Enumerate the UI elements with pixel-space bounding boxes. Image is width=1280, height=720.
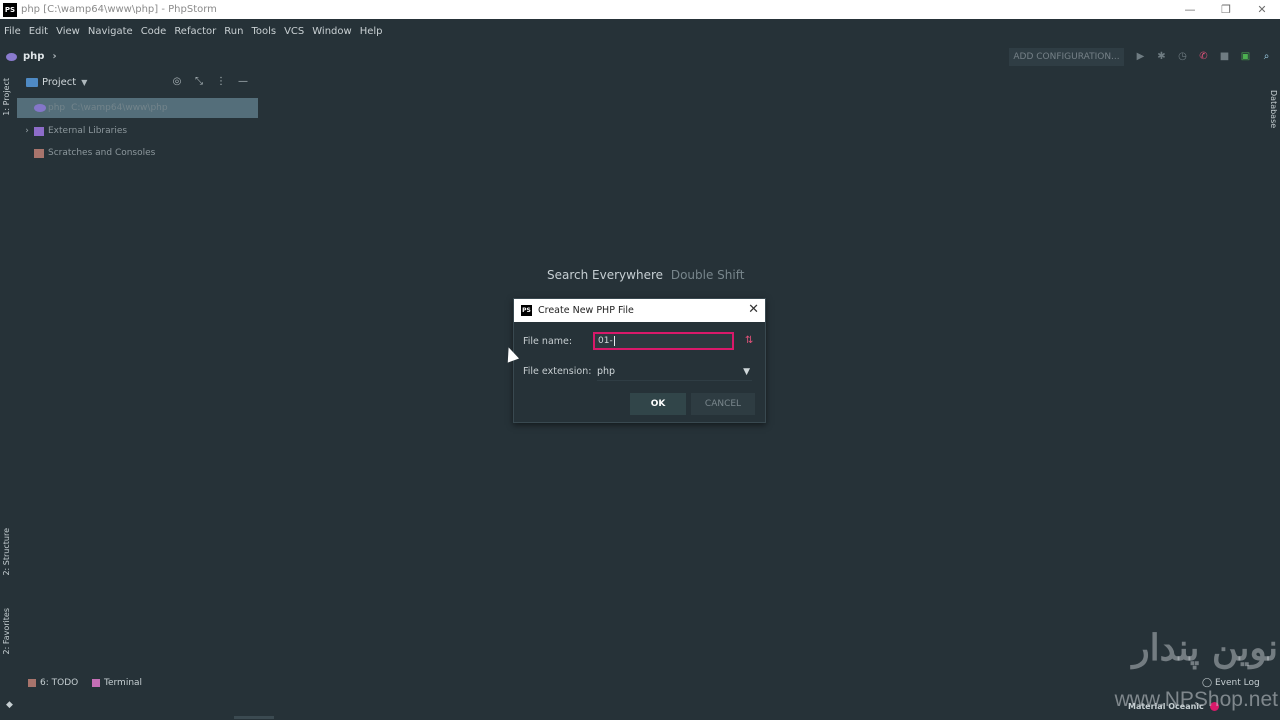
window-controls: — ❐ ✕ bbox=[1172, 0, 1280, 19]
hide-panel-icon[interactable]: — bbox=[232, 75, 254, 89]
window-title-bar: PS php [C:\wamp64\www\php] - PhpStorm — … bbox=[0, 0, 1280, 19]
folder-icon bbox=[26, 77, 38, 87]
menu-navigate[interactable]: Navigate bbox=[84, 23, 137, 41]
tab-project[interactable]: 1: Project bbox=[2, 78, 11, 116]
debug-icon[interactable]: ✱ bbox=[1151, 50, 1172, 64]
watermark-logo: نوین پندار bbox=[1132, 627, 1278, 669]
add-configuration-button[interactable]: ADD CONFIGURATION... bbox=[1009, 48, 1124, 66]
create-php-file-dialog: PS Create New PHP File ✕ File name: 01- … bbox=[513, 298, 766, 423]
menu-window[interactable]: Window bbox=[308, 23, 355, 41]
php-module-icon bbox=[34, 104, 46, 112]
chevron-right-icon: › bbox=[52, 51, 57, 62]
watermark-url: www.NPShop.net bbox=[1114, 688, 1278, 711]
menu-file[interactable]: File bbox=[0, 23, 25, 41]
tree-item-label: Scratches and Consoles bbox=[48, 148, 156, 158]
library-icon bbox=[34, 126, 44, 136]
file-name-input[interactable]: 01- bbox=[593, 332, 734, 350]
tree-item-label: php bbox=[48, 103, 66, 113]
project-panel-header: Project ▼ ◎ ⤡ ⋮ — bbox=[20, 72, 258, 92]
menu-code[interactable]: Code bbox=[137, 23, 171, 41]
project-view-selector[interactable]: Project bbox=[42, 77, 76, 88]
menu-run[interactable]: Run bbox=[220, 23, 247, 41]
tab-terminal[interactable]: Terminal bbox=[92, 678, 142, 688]
terminal-icon bbox=[92, 679, 100, 687]
breadcrumb-project: php bbox=[23, 51, 45, 62]
text-caret bbox=[613, 335, 615, 346]
search-hint-shortcut: Double Shift bbox=[670, 268, 745, 282]
dialog-title: Create New PHP File bbox=[538, 305, 634, 316]
phpstorm-logo-icon: PS bbox=[521, 305, 532, 316]
terminal-icon[interactable]: ▣ bbox=[1235, 50, 1256, 64]
panel-actions: ◎ ⤡ ⋮ — bbox=[166, 75, 254, 89]
file-extension-label: File extension: bbox=[523, 366, 592, 377]
minimize-button[interactable]: — bbox=[1172, 0, 1208, 19]
sort-icon[interactable]: ⇅ bbox=[745, 335, 753, 346]
menu-vcs[interactable]: VCS bbox=[280, 23, 308, 41]
dialog-title-bar: PS Create New PHP File ✕ bbox=[514, 299, 765, 322]
watermark: نوین پندار www.NPShop.net bbox=[1078, 628, 1278, 712]
tab-structure[interactable]: 2: Structure bbox=[2, 528, 11, 576]
search-everywhere-hint: Search Everywhere Double Shift bbox=[547, 268, 744, 282]
menu-view[interactable]: View bbox=[52, 23, 84, 41]
dropdown-arrow-icon: ▼ bbox=[743, 367, 750, 377]
menu-tools[interactable]: Tools bbox=[247, 23, 280, 41]
layers-icon[interactable]: ◆ bbox=[6, 700, 16, 710]
tab-todo[interactable]: 6: TODO bbox=[28, 678, 78, 688]
file-extension-value: php bbox=[597, 366, 616, 377]
run-toolbar: ▶ ✱ ◷ ✆ ■ ▣ ⌕ bbox=[1130, 50, 1277, 64]
phpstorm-logo-icon: PS bbox=[3, 2, 17, 17]
more-options-icon[interactable]: ⋮ bbox=[210, 75, 232, 89]
search-icon[interactable]: ⌕ bbox=[1256, 50, 1277, 64]
tree-item-external-libraries[interactable]: › External Libraries bbox=[17, 121, 258, 141]
tree-item-label: External Libraries bbox=[48, 126, 128, 136]
menu-bar: File Edit View Navigate Code Refactor Ru… bbox=[0, 23, 387, 41]
cancel-button[interactable]: CANCEL bbox=[691, 393, 755, 415]
chevron-right-icon[interactable]: › bbox=[22, 121, 32, 141]
todo-icon bbox=[28, 679, 36, 687]
tree-item-scratches[interactable]: Scratches and Consoles bbox=[17, 143, 258, 163]
collapse-all-icon[interactable]: ⤡ bbox=[188, 75, 210, 89]
coverage-icon[interactable]: ◷ bbox=[1172, 50, 1193, 64]
search-hint-label: Search Everywhere bbox=[547, 268, 663, 282]
locate-icon[interactable]: ◎ bbox=[166, 75, 188, 89]
stop-icon[interactable]: ■ bbox=[1214, 50, 1235, 64]
close-icon[interactable]: ✕ bbox=[748, 302, 759, 318]
horizontal-scrollbar[interactable] bbox=[234, 716, 274, 719]
menu-help[interactable]: Help bbox=[356, 23, 387, 41]
right-tool-strip: Database bbox=[1264, 70, 1280, 690]
file-extension-select[interactable]: php ▼ bbox=[597, 363, 752, 381]
chevron-down-icon[interactable]: ▼ bbox=[81, 78, 87, 87]
phone-listen-icon[interactable]: ✆ bbox=[1193, 50, 1214, 64]
file-name-value: 01- bbox=[598, 336, 613, 346]
tab-favorites[interactable]: 2: Favorites bbox=[2, 608, 11, 654]
ok-button[interactable]: OK bbox=[630, 393, 686, 415]
close-window-button[interactable]: ✕ bbox=[1244, 0, 1280, 19]
window-title: php [C:\wamp64\www\php] - PhpStorm bbox=[21, 4, 217, 15]
menu-edit[interactable]: Edit bbox=[25, 23, 52, 41]
run-icon[interactable]: ▶ bbox=[1130, 50, 1151, 64]
left-tool-strip: 1: Project 2: Structure 2: Favorites bbox=[0, 70, 17, 720]
breadcrumb[interactable]: php › bbox=[6, 51, 57, 62]
menu-refactor[interactable]: Refactor bbox=[170, 23, 220, 41]
tab-terminal-label: Terminal bbox=[104, 678, 143, 688]
restore-button[interactable]: ❐ bbox=[1208, 0, 1244, 19]
tab-database[interactable]: Database bbox=[1269, 90, 1278, 128]
tab-todo-label: 6: TODO bbox=[40, 678, 79, 688]
php-project-icon bbox=[6, 52, 17, 61]
scratches-icon bbox=[34, 148, 44, 158]
tree-item-path: C:\wamp64\www\php bbox=[71, 103, 168, 113]
file-name-label: File name: bbox=[523, 336, 573, 347]
tree-item-php[interactable]: php C:\wamp64\www\php bbox=[17, 98, 258, 118]
